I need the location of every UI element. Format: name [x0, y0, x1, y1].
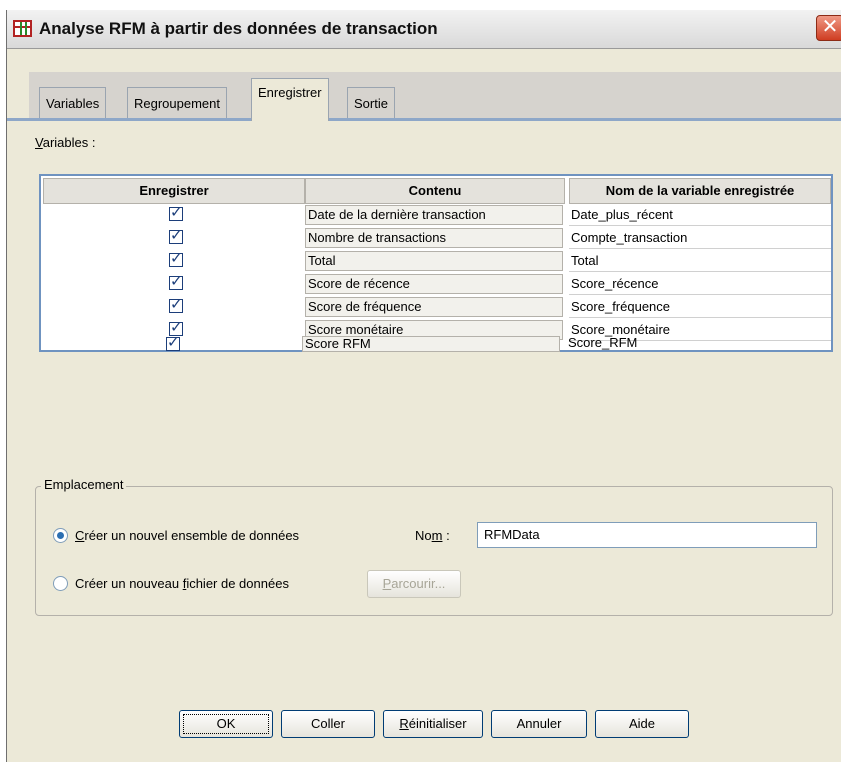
content-cell: Nombre de transactions — [305, 228, 563, 248]
tab-variables[interactable]: Variables — [39, 87, 107, 119]
table-row: Date de la dernière transaction Date_plu… — [43, 203, 831, 227]
tab-sortie[interactable]: Sortie — [347, 87, 395, 119]
content-cell: Score RFM — [302, 336, 560, 352]
save-checkbox[interactable] — [169, 249, 183, 267]
content-cell: Total — [305, 251, 563, 271]
variable-name-cell[interactable]: Date_plus_récent — [569, 205, 831, 226]
new-file-radio[interactable] — [53, 576, 68, 591]
tab-enregistrer[interactable]: Enregistrer — [251, 78, 329, 121]
spreadsheet-icon — [13, 20, 32, 37]
table-row: Nombre de transactions Compte_transactio… — [43, 226, 831, 250]
save-checkbox[interactable] — [169, 272, 183, 290]
content-cell: Date de la dernière transaction — [305, 205, 563, 225]
tab-strip: Variables Regroupement Enregistrer Sorti… — [29, 72, 841, 121]
new-file-label[interactable]: Créer un nouveau fichier de données — [75, 576, 289, 591]
help-button[interactable]: Aide — [595, 710, 689, 738]
variables-table: Enregistrer Contenu Nom de la variable e… — [39, 174, 833, 352]
close-button[interactable]: ✕ — [816, 15, 841, 41]
variables-label: Variables : — [35, 135, 96, 150]
dataset-name-input[interactable]: RFMData — [477, 522, 817, 548]
variable-name-cell[interactable]: Score_fréquence — [569, 297, 831, 318]
content-cell: Score de récence — [305, 274, 563, 294]
emplacement-legend: Emplacement — [41, 477, 127, 492]
header-contenu[interactable]: Contenu — [305, 178, 565, 204]
variable-name-cell[interactable]: Compte_transaction — [569, 228, 831, 249]
new-dataset-label[interactable]: Créer un nouvel ensemble de données — [75, 528, 299, 543]
content-cell: Score de fréquence — [305, 297, 563, 317]
variable-name-cell[interactable]: Score_récence — [569, 274, 831, 295]
save-checkbox[interactable] — [169, 226, 183, 244]
new-dataset-radio[interactable] — [53, 528, 68, 543]
cancel-button[interactable]: Annuler — [491, 710, 587, 738]
ok-button[interactable]: OK — [179, 710, 273, 738]
table-row: Score de récence Score_récence — [43, 272, 831, 296]
browse-button[interactable]: Parcourir... — [367, 570, 461, 598]
table-row: ✓ Score RFM Score_RFM — [40, 334, 828, 352]
name-label: Nom : — [415, 528, 450, 543]
save-checkbox[interactable] — [169, 295, 183, 313]
title-bar[interactable]: Analyse RFM à partir des données de tran… — [7, 10, 841, 49]
save-checkbox[interactable]: ✓ — [166, 334, 180, 351]
reset-button[interactable]: Réinitialiser — [383, 710, 483, 738]
save-checkbox[interactable] — [169, 203, 183, 221]
tab-underline — [7, 118, 841, 121]
table-row: Total Total — [43, 249, 831, 273]
variable-name-cell[interactable]: Total — [569, 251, 831, 272]
check-icon: ✓ — [167, 334, 180, 351]
tab-regroupement[interactable]: Regroupement — [127, 87, 227, 119]
variable-name-cell[interactable]: Score_RFM — [566, 336, 828, 352]
window-title: Analyse RFM à partir des données de tran… — [39, 19, 438, 38]
table-row: Score de fréquence Score_fréquence — [43, 295, 831, 319]
header-enregistrer[interactable]: Enregistrer — [43, 178, 305, 204]
paste-button[interactable]: Coller — [281, 710, 375, 738]
header-nom-variable[interactable]: Nom de la variable enregistrée — [569, 178, 831, 204]
dialog-window: Analyse RFM à partir des données de tran… — [6, 10, 841, 762]
